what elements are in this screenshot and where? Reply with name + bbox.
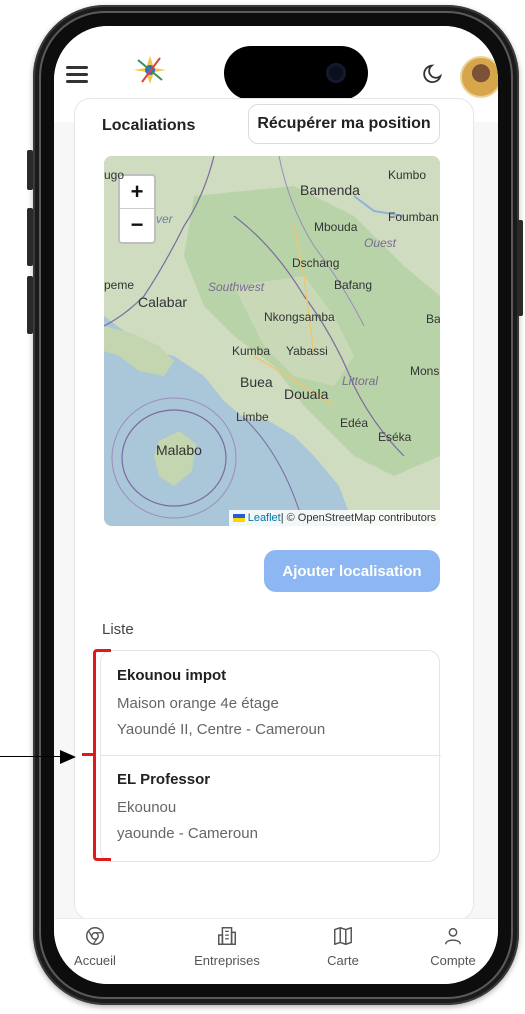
item-name: Ekounou impot — [117, 667, 227, 684]
add-location-button[interactable]: Ajouter localisation — [264, 550, 440, 592]
map-icon — [334, 927, 352, 945]
item-city-line: yaounde - Cameroun — [117, 825, 258, 842]
phone-power-button — [517, 220, 523, 316]
locations-list: Ekounou impot Maison orange 4e étage Yao… — [100, 650, 441, 862]
user-icon — [444, 927, 462, 945]
map-attribution: Leaflet | © OpenStreetMap contributors — [228, 510, 440, 526]
phone-volume-up-button — [27, 208, 33, 266]
map-label-ouest: Ouest — [364, 236, 397, 250]
menu-icon[interactable] — [66, 66, 88, 83]
map-label-dschang: Dschang — [292, 256, 340, 270]
home-icon — [86, 927, 104, 945]
map-label-ba: Ba — [426, 312, 440, 326]
map-label-bamenda: Bamenda — [300, 182, 360, 198]
map-label-nkongsamba: Nkongsamba — [264, 310, 335, 324]
zoom-in-button[interactable]: + — [120, 176, 154, 209]
bottom-navigation: Accueil Entreprises Carte Compte — [54, 918, 498, 984]
building-icon — [218, 927, 236, 945]
map-label-littoral: Littoral — [342, 374, 379, 388]
zoom-out-button[interactable]: − — [120, 209, 154, 241]
annotation-bracket-tip — [82, 753, 96, 756]
annotation-arrow-head — [60, 750, 76, 764]
get-position-button[interactable]: Récupérer ma position — [248, 104, 440, 144]
map-label-yabassi: Yabassi — [286, 344, 328, 358]
map-label-ugo: ugo — [104, 168, 125, 182]
map-label-southwest: Southwest — [208, 280, 265, 294]
map-label-epeme: peme — [104, 278, 135, 292]
list-item[interactable]: EL Professor Ekounou yaounde - Cameroun — [101, 755, 441, 859]
nav-label: Accueil — [74, 953, 116, 968]
map-label-eseka: Eséka — [378, 430, 412, 444]
map-label-mbouda: Mbouda — [314, 220, 358, 234]
nav-accueil[interactable]: Accueil — [54, 925, 140, 968]
list-title: Liste — [102, 621, 134, 638]
map-label-kumba: Kumba — [232, 344, 271, 358]
map-label-calabar: Calabar — [138, 294, 188, 310]
nav-compte[interactable]: Compte — [408, 925, 498, 968]
item-city-line: Yaoundé II, Centre - Cameroun — [117, 721, 326, 738]
map-label-limbe: Limbe — [236, 410, 269, 424]
nav-entreprises[interactable]: Entreprises — [182, 925, 272, 968]
leaflet-link[interactable]: Leaflet — [248, 512, 281, 524]
nav-label: Entreprises — [194, 953, 260, 968]
map-label-malabo: Malabo — [156, 442, 202, 458]
item-name: EL Professor — [117, 771, 211, 788]
map-label-bafang: Bafang — [334, 278, 373, 292]
front-camera — [326, 63, 346, 83]
map-label-edea: Edéa — [340, 416, 369, 430]
dynamic-island — [224, 46, 368, 100]
phone-volume-down-button — [27, 276, 33, 334]
nav-carte[interactable]: Carte — [298, 925, 388, 968]
annotation-arrow-line — [0, 756, 62, 757]
app-screen: Localiations Récupérer ma position + − u… — [54, 26, 498, 984]
map-label-ver: ver — [156, 212, 173, 226]
attribution-text: | © OpenStreetMap contributors — [280, 512, 436, 524]
map-label-mons: Mons — [410, 364, 440, 378]
phone-action-button — [27, 150, 33, 190]
moon-icon[interactable] — [422, 62, 444, 84]
item-address-line: Maison orange 4e étage — [117, 695, 279, 712]
map-label-foumban: Foumban — [388, 210, 439, 224]
item-address-line: Ekounou — [117, 799, 177, 816]
map-view[interactable]: + − ugo ver Kumbo Bamenda Foumban Mbouda… — [104, 156, 440, 526]
zoom-control: + − — [118, 174, 156, 244]
ukraine-flag-icon — [232, 514, 245, 522]
nav-label: Carte — [327, 953, 359, 968]
locations-title: Localiations — [102, 117, 196, 134]
nav-label: Compte — [430, 953, 476, 968]
list-item[interactable]: Ekounou impot Maison orange 4e étage Yao… — [101, 651, 441, 756]
map-label-buea: Buea — [240, 374, 273, 390]
app-logo-icon[interactable] — [132, 52, 168, 88]
user-avatar[interactable] — [460, 56, 498, 98]
map-label-douala: Douala — [284, 386, 329, 402]
map-label-kumbo: Kumbo — [388, 168, 427, 182]
